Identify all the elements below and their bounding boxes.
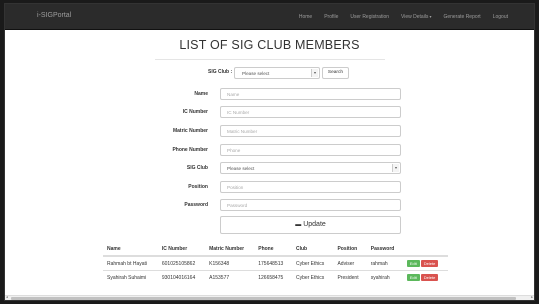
table-row: Rahmah bt Hayati 601025105862 K156348 17… (103, 255, 448, 271)
password-row: Password Password (5, 199, 534, 211)
delete-button[interactable]: Delete (420, 260, 439, 267)
cell-club: Cyber Ethics (291, 255, 334, 271)
cell-club: Cyber Ethics (291, 270, 334, 285)
cell-ic-number: 930104016164 (157, 270, 206, 285)
phone-number-input[interactable]: Phone (220, 144, 401, 156)
nav-user-registration[interactable]: User Registration (350, 14, 389, 20)
name-row: Name Name (5, 88, 534, 100)
brand-logo[interactable]: i-SIGPortal (37, 12, 71, 19)
table-row: Syahirah Suhaimi 930104016164 A153577 12… (103, 270, 448, 285)
scroll-left-icon[interactable]: ◂ (6, 295, 8, 299)
col-matric-number: Matric Number (205, 243, 255, 257)
update-button-label: Update (303, 221, 326, 228)
matric-number-label: Matric Number (172, 128, 208, 134)
minus-icon: ▬ (295, 222, 302, 228)
ic-number-label: IC Number (182, 109, 208, 115)
nav-view-details[interactable]: View Details▾ (401, 14, 431, 20)
cell-name: Syahirah Suhaimi (103, 270, 158, 285)
search-club-select[interactable]: Please select ▾ (234, 67, 320, 79)
scrollbar-thumb[interactable] (11, 297, 516, 300)
col-position: Position (333, 243, 367, 257)
page-title: LIST OF SIG CLUB MEMBERS (179, 38, 360, 52)
navbar: i-SIGPortal Home Profile User Registrati… (5, 4, 534, 30)
nav-logout[interactable]: Logout (493, 14, 508, 20)
chevron-down-icon: ▾ (429, 14, 432, 19)
cell-phone: 126658475 (254, 270, 292, 285)
scroll-right-icon[interactable]: ▸ (531, 295, 533, 299)
update-button[interactable]: ▬ Update (220, 216, 401, 234)
cell-actions: Edit Delete (402, 255, 448, 271)
cell-password: rahmah (366, 255, 403, 271)
cell-actions: Edit Delete (402, 270, 448, 285)
position-label: Position (188, 184, 208, 190)
col-password: Password (366, 243, 403, 257)
name-label: Name (194, 91, 208, 97)
cell-position: Adviser (333, 255, 367, 271)
password-label: Password (184, 202, 208, 208)
table-header-row: Name IC Number Matric Number Phone Club … (103, 243, 448, 257)
cell-phone: 175648513 (254, 255, 292, 271)
members-table: Name IC Number Matric Number Phone Club … (103, 243, 448, 285)
search-button[interactable]: Search (322, 67, 349, 79)
col-actions (402, 243, 448, 257)
col-name: Name (103, 243, 158, 257)
browser-viewport: i-SIGPortal Home Profile User Registrati… (4, 3, 535, 301)
phone-number-row: Phone Number Phone (5, 144, 534, 156)
delete-button[interactable]: Delete (420, 274, 439, 282)
chevron-down-icon: ▾ (392, 164, 399, 172)
col-phone: Phone (254, 243, 292, 257)
phone-number-label: Phone Number (172, 147, 208, 153)
nav-home[interactable]: Home (299, 14, 312, 20)
position-row: Position Position (5, 181, 534, 193)
cell-matric-number: K156348 (205, 255, 255, 271)
sig-club-row: SIG Club Please select ▾ (5, 162, 534, 174)
cell-matric-number: A153577 (205, 270, 255, 285)
horizontal-scrollbar[interactable]: ◂ ▸ (5, 295, 534, 300)
matric-number-input[interactable]: Matric Number (220, 125, 401, 137)
cell-ic-number: 601025105862 (157, 255, 206, 271)
sig-club-select-value: Please select (227, 166, 255, 171)
search-club-select-value: Please select (242, 71, 270, 76)
sig-club-label: SIG Club (186, 165, 208, 171)
name-input[interactable]: Name (220, 88, 401, 100)
search-bar: SIG Club : Please select ▾ Search (5, 67, 534, 79)
title-divider (155, 59, 385, 60)
edit-button[interactable]: Edit (406, 260, 420, 267)
password-input[interactable]: Password (220, 199, 401, 211)
nav-profile[interactable]: Profile (324, 14, 338, 20)
nav-view-details-label: View Details (401, 14, 429, 20)
position-input[interactable]: Position (220, 181, 401, 193)
cell-position: President (333, 270, 367, 285)
ic-number-row: IC Number IC Number (5, 106, 534, 118)
chevron-down-icon: ▾ (311, 69, 318, 77)
cell-name: Rahmah bt Hayati (103, 255, 158, 271)
search-club-label: SIG Club : (208, 69, 233, 75)
edit-button[interactable]: Edit (406, 274, 420, 282)
cell-password: syahirah (366, 270, 403, 285)
ic-number-input[interactable]: IC Number (220, 106, 401, 118)
col-ic-number: IC Number (157, 243, 206, 257)
nav-links: Home Profile User Registration View Deta… (287, 4, 508, 30)
matric-number-row: Matric Number Matric Number (5, 125, 534, 137)
sig-club-select[interactable]: Please select ▾ (220, 162, 401, 174)
col-club: Club (291, 243, 334, 257)
nav-generate-report[interactable]: Generate Report (443, 14, 480, 20)
